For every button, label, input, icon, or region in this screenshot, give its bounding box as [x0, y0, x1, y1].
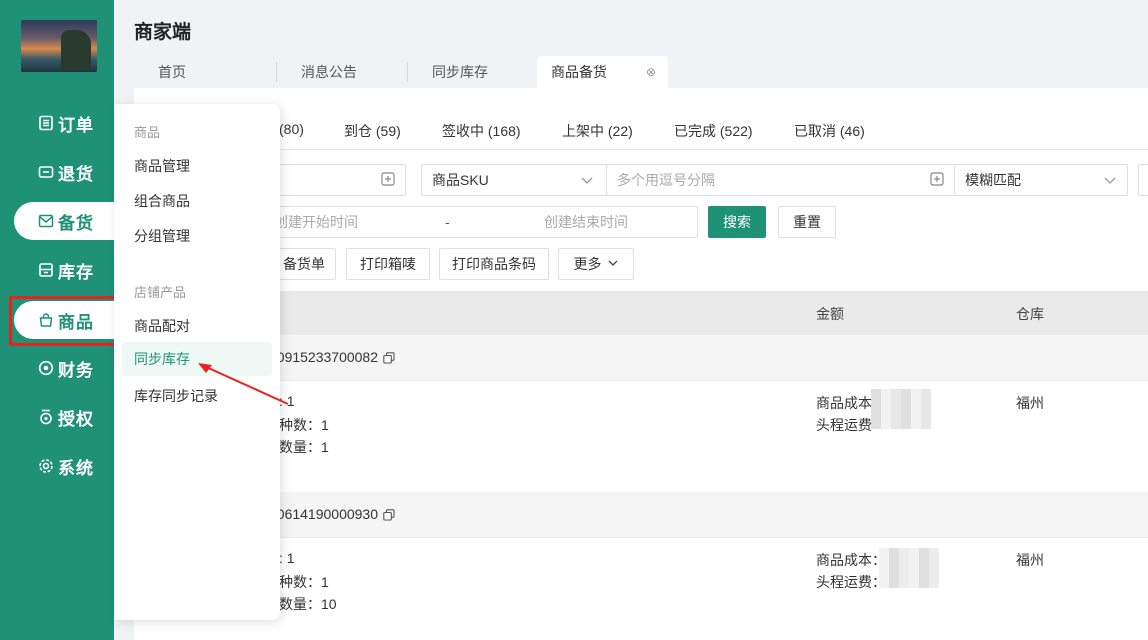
sku-type-select[interactable]: 商品SKU [421, 164, 607, 196]
status-tab-pending[interactable]: (80) [279, 121, 304, 137]
return-box-icon [38, 164, 54, 180]
header-warehouse: 仓库 [1016, 306, 1044, 322]
chevron-down-icon [607, 256, 619, 272]
more-label: 更多 [573, 256, 602, 272]
order-number-text: 60614190000930 [269, 506, 379, 522]
gear-icon [38, 458, 54, 474]
order-info-line: : 1 [279, 393, 295, 409]
range-separator: - [445, 214, 450, 230]
header: 商家端 首页 消息公告 同步库存 商品备货 ⊗ [114, 0, 1148, 88]
tab-sync-inventory[interactable]: 同步库存 [408, 56, 537, 88]
redacted-amount [871, 389, 931, 429]
tab-product-stocking[interactable]: 商品备货 ⊗ [537, 56, 668, 88]
print-box-label-button[interactable]: 打印箱唛 [346, 248, 430, 280]
table-header: 金额 仓库 [134, 291, 1148, 335]
product-submenu: 商品 商品管理 组合商品 分组管理 店铺产品 商品配对 同步库存 库存同步记录 [114, 104, 280, 620]
store-logo [21, 20, 97, 72]
submenu-item-sync-inventory[interactable]: 同步库存 [122, 342, 272, 376]
list-icon [38, 115, 54, 131]
app-title: 商家端 [134, 22, 192, 43]
order-number: 60915233700082 [269, 349, 395, 365]
header-amount: 金额 [816, 306, 844, 322]
sidebar-item-finance[interactable]: 财务 [14, 349, 124, 387]
reset-button[interactable]: 重置 [778, 206, 836, 238]
status-tabs: (80) 到仓 (59) 签收中 (168) 上架中 (22) 已完成 (522… [134, 88, 1148, 150]
tab-home[interactable]: 首页 [134, 56, 277, 88]
order-sku-count: 种数：1 [279, 574, 329, 590]
sidebar-item-system[interactable]: 系统 [14, 447, 124, 485]
match-mode-value: 模糊匹配 [965, 172, 1021, 188]
submenu-item-product-management[interactable]: 商品管理 [134, 156, 190, 176]
search-button[interactable]: 搜索 [708, 206, 766, 238]
date-range-picker[interactable]: 创建开始时间 - 创建结束时间 [270, 206, 698, 238]
submenu-group-products: 商品 [134, 125, 161, 140]
order-number-text: 60915233700082 [269, 349, 379, 365]
expand-icon[interactable] [381, 172, 395, 189]
expand-icon[interactable] [930, 172, 944, 189]
sidebar-item-authorization[interactable]: 授权 [14, 398, 124, 436]
sidebar-item-returns[interactable]: 退货 [14, 153, 124, 191]
sidebar-item-label: 财务 [58, 360, 94, 380]
status-tab-shelving[interactable]: 上架中 (22) [562, 121, 633, 141]
tab-label: 消息公告 [301, 64, 357, 80]
match-mode-select[interactable]: 模糊匹配 [954, 164, 1128, 196]
print-barcode-button[interactable]: 打印商品条码 [439, 248, 549, 280]
tab-notices[interactable]: 消息公告 [277, 56, 408, 88]
order-search-input[interactable] [270, 164, 406, 196]
highlight-box [9, 296, 118, 346]
order-number: 60614190000930 [269, 506, 395, 522]
sidebar-item-label: 订单 [58, 115, 94, 135]
inventory-icon [38, 262, 54, 278]
order-sku-count: 种数：1 [279, 417, 329, 433]
sidebar-item-inventory[interactable]: 库存 [14, 251, 124, 289]
order-quantity: 数量：1 [279, 439, 329, 455]
submenu-item-combo-products[interactable]: 组合商品 [134, 191, 190, 211]
redacted-amount [879, 548, 939, 588]
chevron-down-icon [580, 173, 594, 190]
end-time-placeholder: 创建结束时间 [544, 214, 628, 230]
order-row-header: 60915233700082 [134, 335, 1148, 381]
close-icon[interactable]: ⊗ [646, 56, 656, 88]
tab-bar: 首页 消息公告 同步库存 商品备货 ⊗ [134, 56, 668, 88]
status-tab-signing[interactable]: 签收中 (168) [442, 121, 521, 141]
cost-label: 商品成本： [816, 552, 886, 568]
start-time-placeholder: 创建开始时间 [274, 214, 358, 230]
freight-label: 头程运费： [816, 574, 886, 590]
sidebar-item-label: 库存 [58, 262, 94, 282]
tab-label: 首页 [158, 64, 186, 80]
order-quantity: 数量：10 [279, 596, 337, 612]
tab-label: 商品备货 [551, 64, 607, 80]
sidebar-item-label: 备货 [58, 213, 94, 233]
more-button[interactable]: 更多 [558, 248, 634, 280]
mail-icon [38, 213, 54, 229]
sku-type-value: 商品SKU [432, 172, 489, 188]
status-tab-arrived[interactable]: 到仓 (59) [344, 121, 401, 141]
sidebar-item-label: 授权 [58, 409, 94, 429]
sidebar-item-stocking[interactable]: 备货 [14, 202, 124, 240]
submenu-group-store-products: 店铺产品 [134, 285, 187, 300]
order-info-line: : 1 [279, 550, 295, 566]
sidebar-item-orders[interactable]: 订单 [14, 104, 124, 142]
sku-placeholder: 多个用逗号分隔 [617, 172, 715, 188]
status-tab-cancelled[interactable]: 已取消 (46) [794, 121, 865, 141]
submenu-item-inventory-sync-log[interactable]: 库存同步记录 [134, 386, 218, 406]
badge-icon [38, 409, 54, 425]
warehouse-value: 福州 [1016, 395, 1044, 411]
tab-label: 同步库存 [432, 64, 488, 80]
sidebar-item-label: 系统 [58, 458, 94, 478]
submenu-item-group-management[interactable]: 分组管理 [134, 226, 190, 246]
extra-filter-field[interactable] [1138, 164, 1148, 196]
cost-label: 商品成本 [816, 395, 872, 411]
chevron-down-icon [1103, 173, 1117, 190]
submenu-item-product-pairing[interactable]: 商品配对 [134, 316, 190, 336]
copy-icon[interactable] [383, 508, 395, 521]
warehouse-value: 福州 [1016, 552, 1044, 568]
copy-icon[interactable] [383, 351, 395, 364]
status-tab-completed[interactable]: 已完成 (522) [674, 121, 753, 141]
order-row-header: 60614190000930 [134, 492, 1148, 538]
freight-label: 头程运费 [816, 417, 872, 433]
finance-icon [38, 360, 54, 376]
sidebar-item-label: 退货 [58, 164, 94, 184]
sku-input[interactable]: 多个用逗号分隔 [606, 164, 955, 196]
